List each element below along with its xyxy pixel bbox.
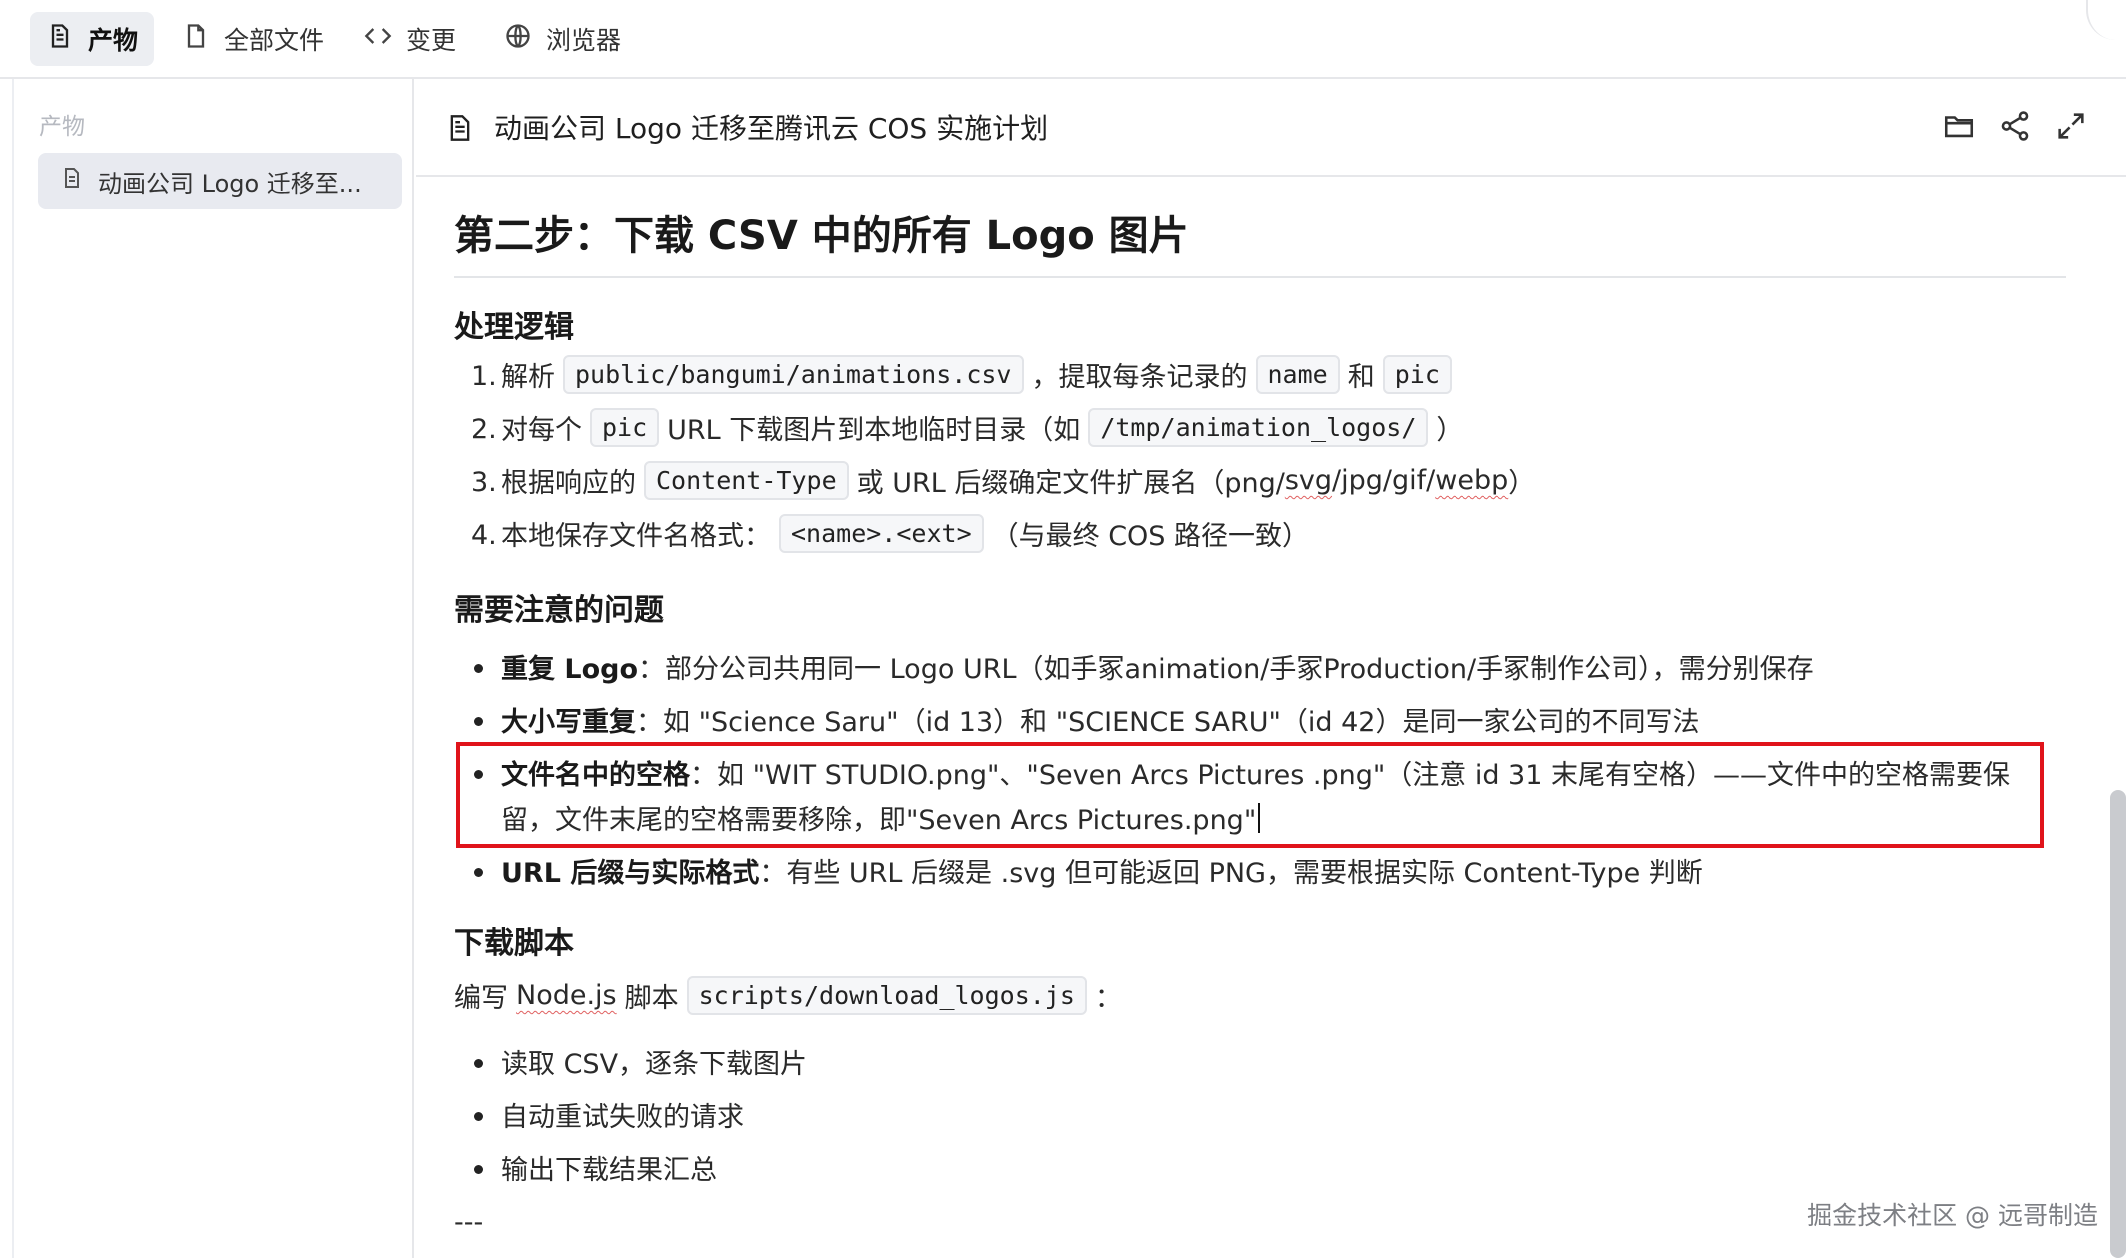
tab-artifacts[interactable]: 产物 (30, 12, 155, 66)
list-item: 解析 public/bangumi/animations.csv ，提取每条记录… (501, 355, 1460, 394)
subheading-logic: 处理逻辑 (454, 310, 574, 345)
inline-code: Content-Type (644, 461, 849, 500)
list-item-highlighted[interactable]: 文件名中的空格 ：如 "WIT STUDIO.png"、"Seven Arcs P… (501, 753, 2010, 792)
list-item-continuation[interactable]: 留，文件末尾的空格需要移除，即"Seven Arcs Pictures.png" (501, 798, 1261, 837)
list-item: 读取 CSV，逐条下载图片 (501, 1049, 808, 1080)
document-header: 动画公司 Logo 迁移至腾讯云 COS 实施计划 (416, 79, 2126, 177)
list-item: 大小写重复 ：如 "Science Saru"（id 13）和 "SCIENCE … (501, 707, 1700, 738)
scrollbar[interactable] (2110, 790, 2126, 1258)
list-item: URL 后缀与实际格式 ：有些 URL 后缀是 .svg 但可能返回 PNG，需要… (501, 858, 1703, 889)
tab-all-files[interactable]: 全部文件 (166, 12, 340, 66)
sidebar-title: 产物 (39, 114, 85, 140)
tab-label: 浏览器 (546, 26, 622, 55)
text-cursor (1258, 802, 1261, 833)
bullet (474, 1059, 483, 1068)
bullet (474, 770, 483, 779)
sidebar: 产物 动画公司 Logo 迁移至... (14, 79, 414, 1258)
expand-icon[interactable] (2054, 109, 2088, 143)
top-tab-bar: 产物 全部文件 变更 浏览器 (0, 0, 2126, 79)
document-title: 动画公司 Logo 迁移至腾讯云 COS 实施计划 (494, 112, 1049, 145)
code-icon (364, 22, 392, 56)
paragraph: 编写 Node.js 脚本 scripts/download_logos.js … (454, 976, 1122, 1015)
list-item: 对每个 pic URL 下载图片到本地临时目录（如 /tmp/animation… (501, 408, 1463, 447)
list-item: 本地保存文件名格式： <name>.<ext> （与最终 COS 路径一致） (501, 514, 1309, 553)
bullet (474, 868, 483, 877)
inline-code: name (1255, 355, 1340, 394)
list-item: 输出下载结果汇总 (501, 1155, 717, 1186)
trailing-rule-text: --- (454, 1207, 484, 1238)
inline-code: pic (590, 408, 660, 447)
watermark: 掘金技术社区 @ 远哥制造 (1807, 1201, 2098, 1230)
divider (454, 276, 2066, 278)
share-icon[interactable] (1998, 109, 2032, 143)
document-icon (60, 166, 84, 196)
inline-code: /tmp/animation_logos/ (1088, 408, 1429, 447)
tab-label: 产物 (88, 26, 139, 55)
list-item: 自动重试失败的请求 (501, 1102, 744, 1133)
section-heading: 第二步：下载 CSV 中的所有 Logo 图片 (454, 213, 1189, 259)
inline-code: <name>.<ext> (779, 514, 984, 553)
globe-icon (504, 22, 532, 56)
list-number: 4. (471, 520, 497, 551)
tab-label: 变更 (406, 26, 457, 55)
bullet (474, 1112, 483, 1121)
sidebar-item-label: 动画公司 Logo 迁移至... (98, 169, 362, 198)
subheading-issues: 需要注意的问题 (454, 593, 664, 628)
bullet (474, 1165, 483, 1174)
bullet (474, 664, 483, 673)
inline-code: scripts/download_logos.js (686, 976, 1087, 1015)
subheading-script: 下载脚本 (454, 926, 574, 961)
sidebar-item-doc[interactable]: 动画公司 Logo 迁移至... (38, 153, 402, 209)
folder-icon[interactable] (1942, 109, 1976, 143)
list-item: 重复 Logo ：部分公司共用同一 Logo URL（如手冢animation/手… (501, 654, 1814, 685)
document-icon (46, 22, 74, 56)
document-content: 第二步：下载 CSV 中的所有 Logo 图片 处理逻辑 1. 解析 publi… (416, 177, 2126, 1258)
tab-label: 全部文件 (224, 26, 325, 55)
tab-browser[interactable]: 浏览器 (488, 12, 637, 66)
list-item: 根据响应的 Content-Type 或 URL 后缀确定文件扩展名（png/s… (501, 461, 1535, 500)
tab-changes[interactable]: 变更 (348, 12, 472, 66)
inline-code: pic (1382, 355, 1452, 394)
bullet (474, 717, 483, 726)
document-icon (446, 113, 474, 143)
list-number: 1. (471, 361, 497, 392)
inline-code: public/bangumi/animations.csv (563, 355, 1024, 394)
list-number: 3. (471, 467, 497, 498)
file-icon (182, 22, 210, 56)
list-number: 2. (471, 414, 497, 445)
window-corner (2086, 0, 2126, 40)
